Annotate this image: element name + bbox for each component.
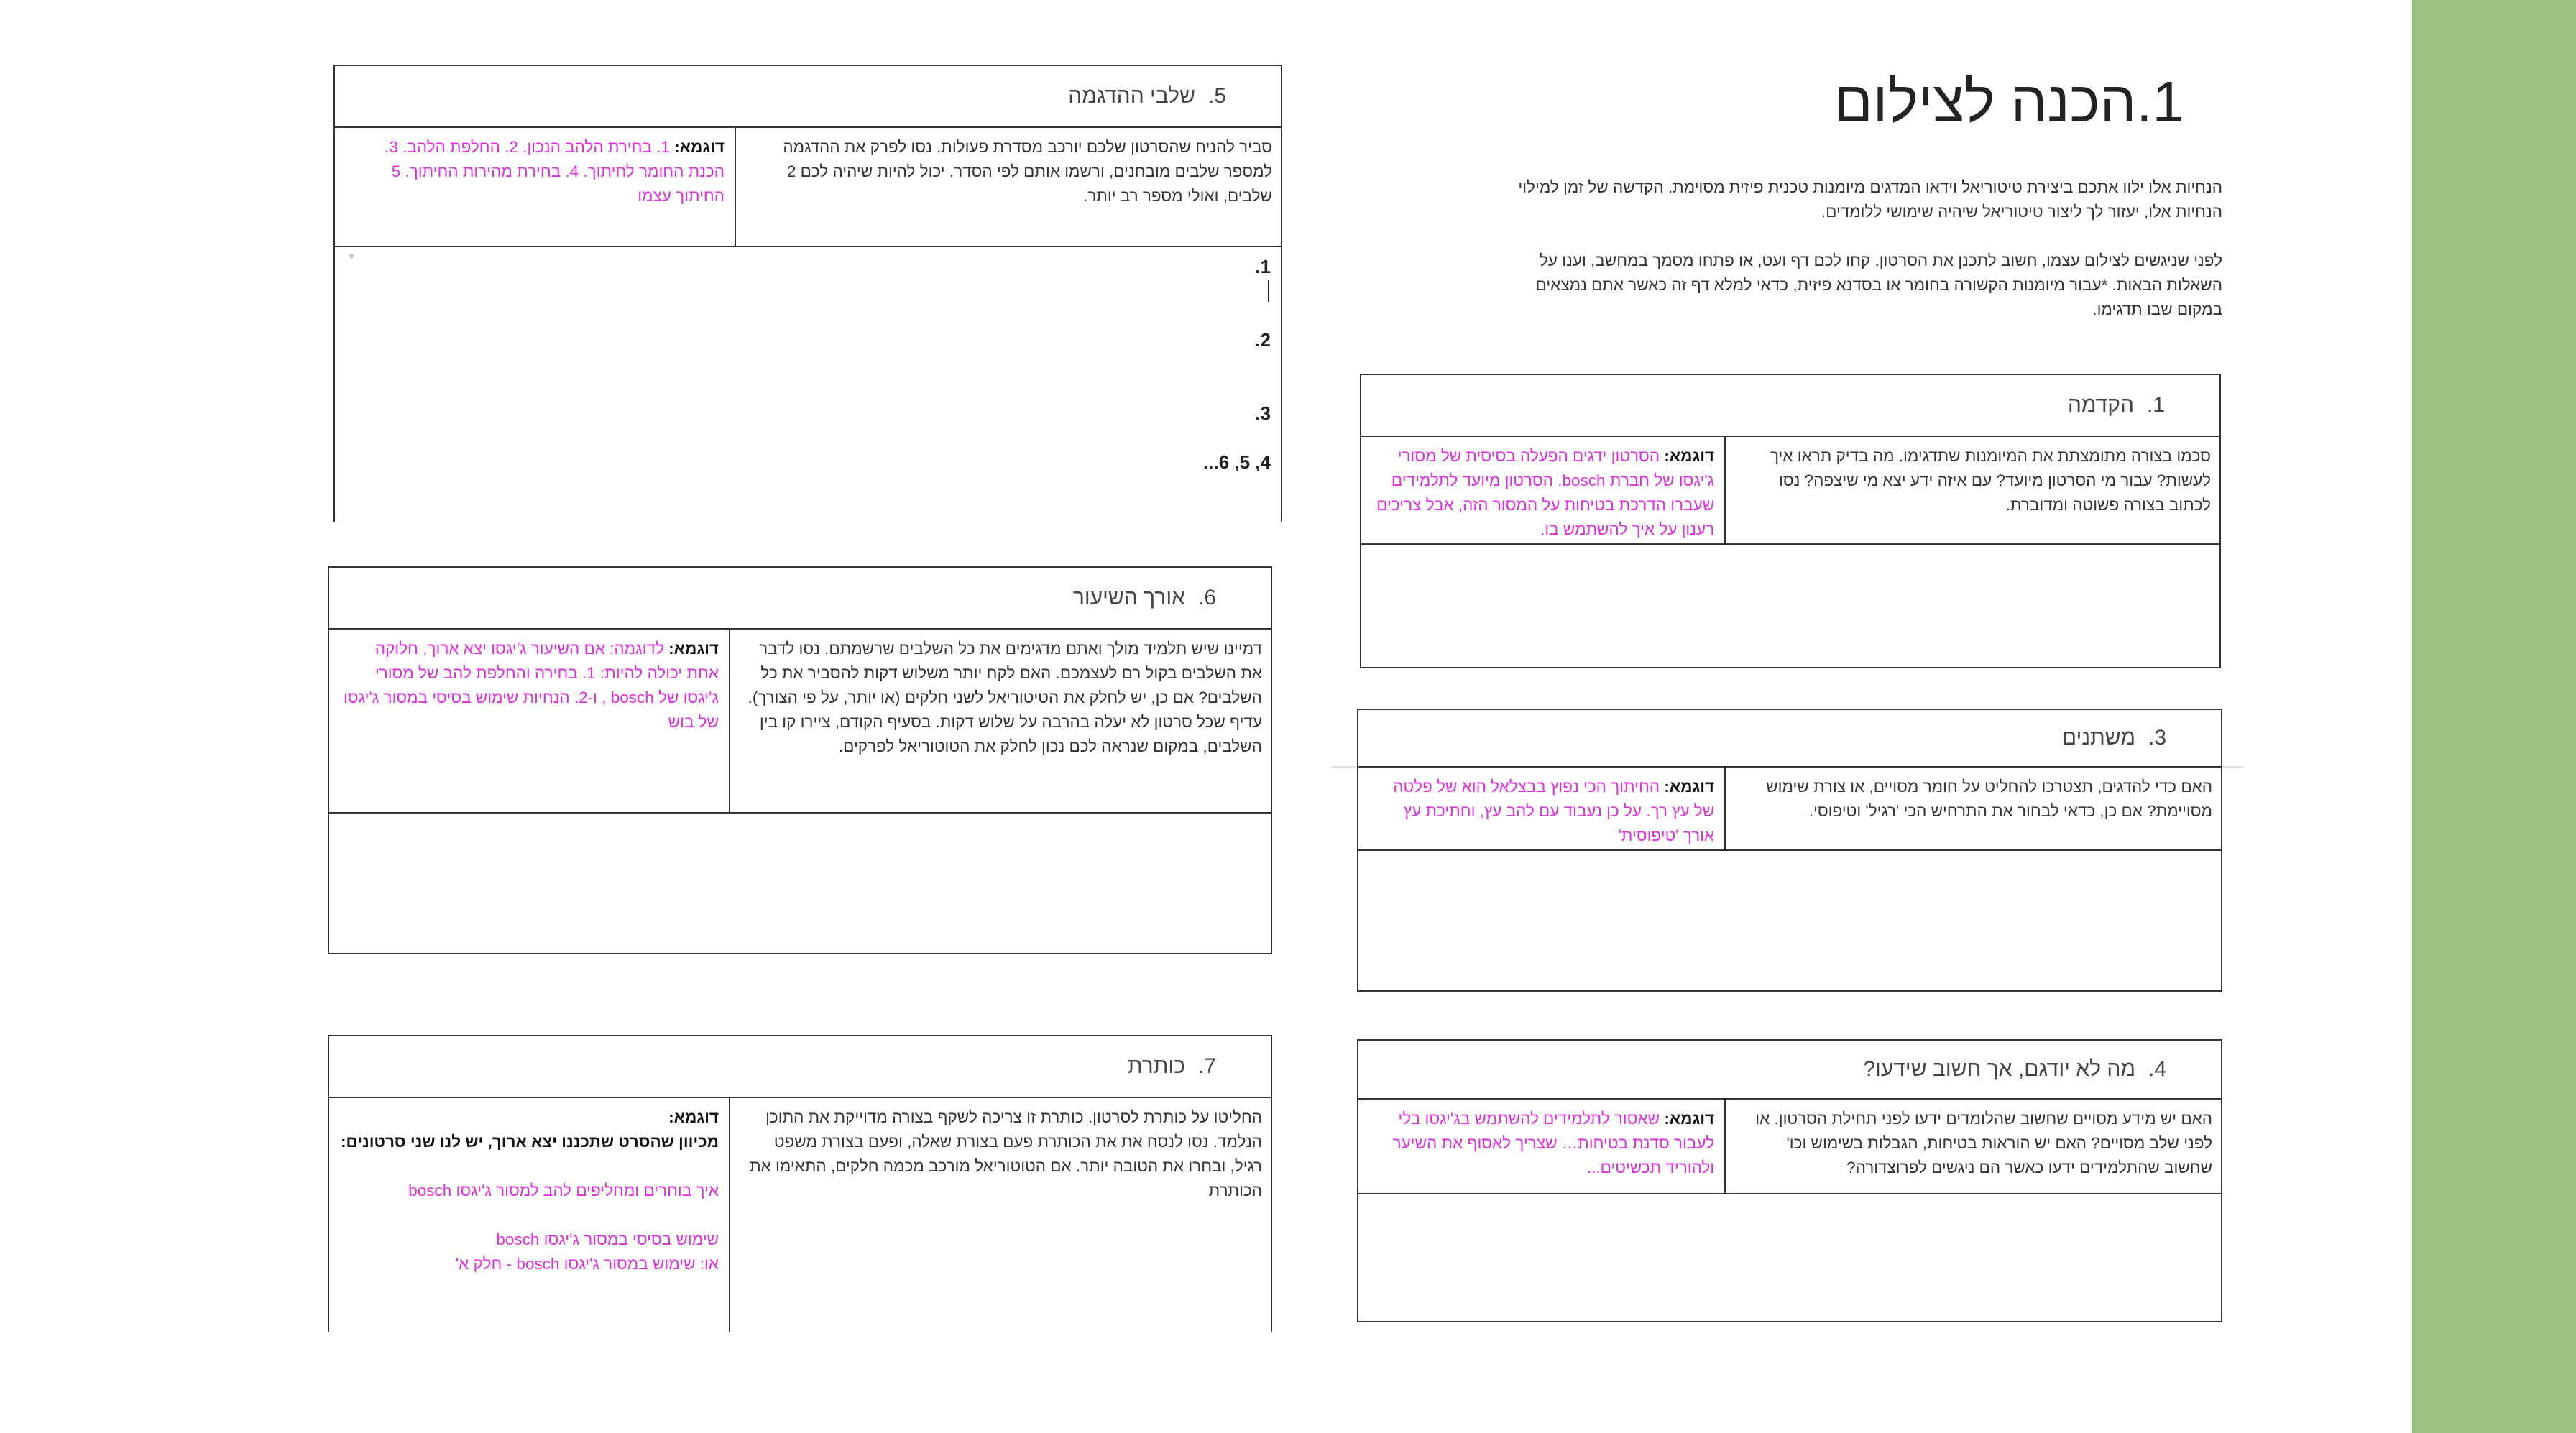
section-5-box: 5. שלבי ההדגמה סביר להניח שהסרטון שלכם י… [334,65,1282,522]
section-6-header: 6. אורך השיעור [329,568,1271,630]
section-1-box: 1. הקדמה סכמו בצורה מתומצתת את המיומנות … [1360,374,2221,668]
section-1-example: דוגמא: הסרטון ידגים הפעלה בסיסית של מסור… [1361,437,1724,543]
section-5-row: סביר להניח שהסרטון שלכם יורכב מסדרת פעול… [335,128,1281,247]
section-7-description: החליטו על כותרת לסרטון. כותרת זו צריכה ל… [729,1098,1271,1332]
section-7-example-bold: מכיוון שהסרט שתכננו יצא ארוך, יש לנו שני… [340,1133,719,1151]
section-7-example-line-1: איך בוחרים ומחליפים להב למסור ג'יגסו bos… [408,1181,719,1199]
decorative-side-bar [2412,0,2576,1433]
step-4-more: 4, 5, 6... [1203,451,1271,473]
section-1-row: סכמו בצורה מתומצתת את המיומנות שתדגימו. … [1361,437,2220,545]
section-1-title: הקדמה [2067,393,2134,417]
section-4-description: האם יש מידע מסויים שחשוב שהלומדים ידעו ל… [1724,1100,2221,1193]
section-7-example-label: דוגמא: [668,1108,719,1126]
section-3-description: האם כדי להדגים, תצטרכו להחליט על חומר מס… [1724,768,2221,849]
section-6-number: 6. [1197,586,1216,609]
section-1-description: סכמו בצורה מתומצתת את המיומנות שתדגימו. … [1724,437,2220,543]
section-7-example-line-2: שימוש בסיסי במסור ג'יגסו bosch [496,1230,719,1248]
section-6-description: דמיינו שיש תלמיד מולך ואתם מדגימים את כל… [729,630,1271,812]
section-5-example-label: דוגמא: [674,138,724,156]
section-3-row: האם כדי להדגים, תצטרכו להחליט על חומר מס… [1358,768,2221,851]
intro-paragraph-1: הנחיות אלו ילוו אתכם ביצירת טיטוריאל ויד… [1518,178,2222,221]
section-6-example-label: דוגמא: [668,640,719,658]
section-7-example-line-3: או: שימוש במסור ג'יגסו bosch - חלק א' [455,1255,719,1273]
section-4-answer-area[interactable] [1358,1194,2221,1321]
text-cursor [1268,280,1269,302]
page-title: 1.הכנה לצילום [1834,70,2184,134]
section-5-example: דוגמא: 1. בחירת הלהב הנכון. 2. החלפת הלה… [335,128,735,246]
section-4-box: 4. מה לא יודגם, אך חשוב שידעו? האם יש מי… [1357,1039,2222,1322]
section-4-example-label: דוגמא: [1664,1110,1715,1128]
section-4-example: דוגמא: שאסור לתלמידים להשתמש בג'יגסו בלי… [1358,1100,1724,1193]
section-3-number: 3. [2148,726,2166,750]
section-1-number: 1. [2146,393,2165,417]
section-3-title: משתנים [2061,726,2135,750]
section-1-example-label: דוגמא: [1664,447,1715,465]
section-7-box: 7. כותרת החליטו על כותרת לסרטון. כותרת ז… [328,1035,1272,1332]
section-7-title: כותרת [1127,1054,1185,1078]
section-5-header: 5. שלבי ההדגמה [335,66,1281,128]
section-5-steps-area[interactable]: ▿ 1. 2. 3. 4, 5, 6... [335,247,1281,520]
chevron-down-icon: ▿ [349,252,354,262]
section-4-number: 4. [2148,1057,2166,1081]
section-6-box: 6. אורך השיעור דמיינו שיש תלמיד מולך ואת… [328,566,1272,954]
section-7-row: החליטו על כותרת לסרטון. כותרת זו צריכה ל… [329,1098,1271,1332]
step-1: 1. [1255,256,1271,277]
section-6-title: אורך השיעור [1072,586,1185,609]
section-7-header: 7. כותרת [329,1036,1271,1098]
section-6-example: דוגמא: לדוגמה: אם השיעור ג'יגסו יצא ארוך… [329,630,729,812]
section-4-row: האם יש מידע מסויים שחשוב שהלומדים ידעו ל… [1358,1100,2221,1194]
section-7-example: דוגמא: מכיוון שהסרט שתכננו יצא ארוך, יש … [329,1098,729,1332]
section-6-answer-area[interactable] [329,814,1271,952]
section-4-header: 4. מה לא יודגם, אך חשוב שידעו? [1358,1041,2221,1100]
section-3-header: 3. משתנים [1358,710,2221,768]
section-1-header: 1. הקדמה [1361,375,2220,437]
section-3-box: 3. משתנים האם כדי להדגים, תצטרכו להחליט … [1357,709,2222,992]
section-5-description: סביר להניח שהסרטון שלכם יורכב מסדרת פעול… [735,128,1281,246]
section-3-example-label: דוגמא: [1664,778,1715,796]
section-5-number: 5. [1208,84,1226,108]
section-1-answer-area[interactable] [1361,545,2220,667]
section-6-row: דמיינו שיש תלמיד מולך ואתם מדגימים את כל… [329,630,1271,814]
section-5-title: שלבי ההדגמה [1068,84,1195,108]
intro-paragraph-2: לפני שניגשים לצילום עצמו, חשוב לתכנן את … [1535,252,2222,318]
section-7-number: 7. [1197,1054,1216,1078]
section-3-example: דוגמא: החיתוך הכי נפוץ בבצלאל הוא של פלט… [1358,768,1724,849]
step-3: 3. [1255,402,1271,424]
section-3-answer-area[interactable] [1358,851,2221,987]
step-2: 2. [1255,329,1271,351]
section-4-title: מה לא יודגם, אך חשוב שידעו? [1863,1057,2135,1081]
section-6-example-text: לדוגמה: אם השיעור ג'יגסו יצא ארוך, חלוקה… [343,640,719,731]
